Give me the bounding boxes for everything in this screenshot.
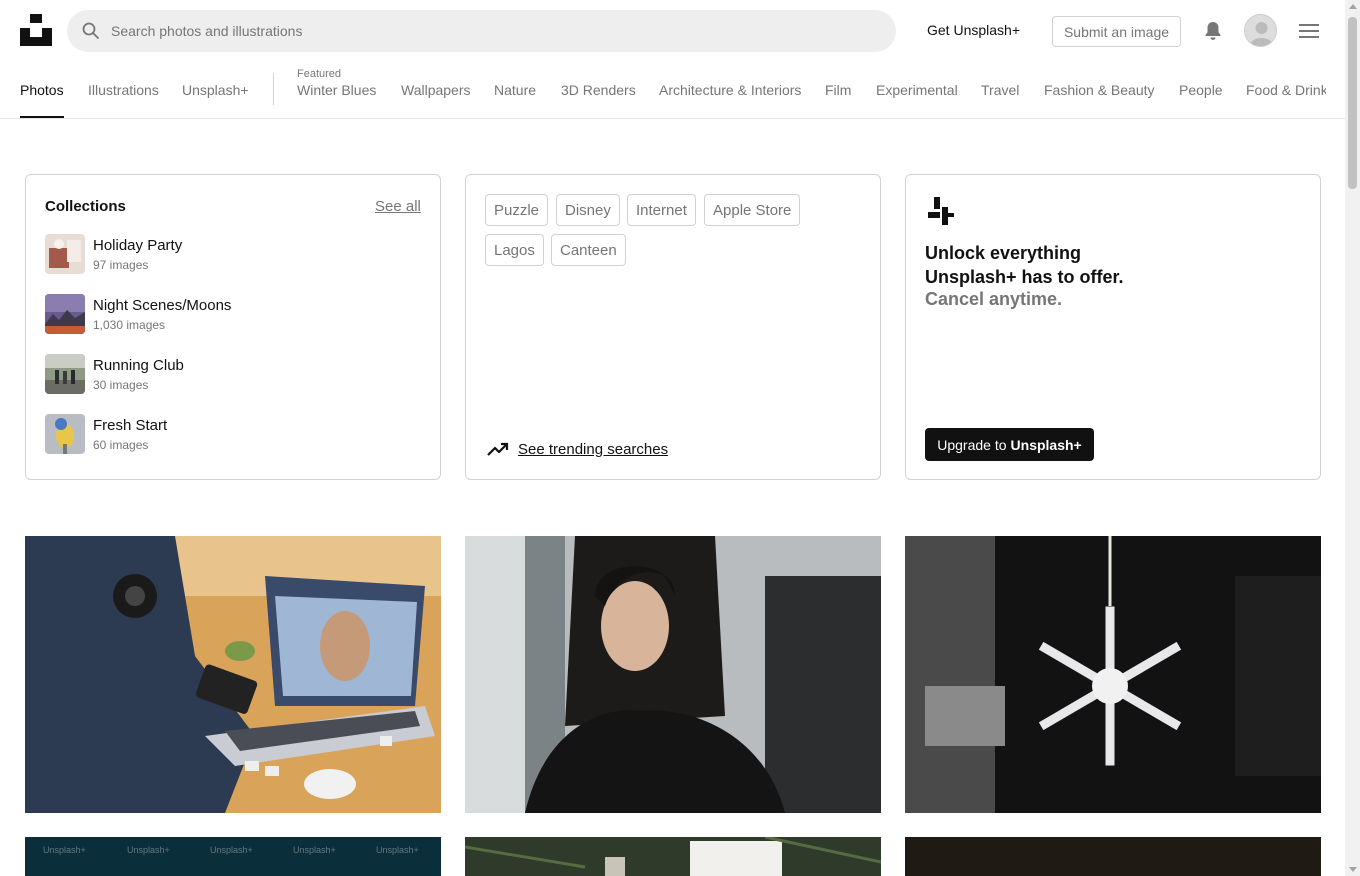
collection-name: Holiday Party — [93, 237, 183, 254]
top-header: Get Unsplash+ Submit an image — [0, 0, 1345, 62]
collection-item[interactable]: Running Club 30 images — [45, 354, 415, 394]
photo-pine-card[interactable] — [465, 837, 881, 876]
unsplash-logo[interactable] — [20, 14, 52, 46]
scroll-up-arrow-icon[interactable] — [1349, 4, 1357, 9]
topic-experimental[interactable]: Experimental — [876, 82, 958, 98]
collection-thumbnail — [45, 354, 85, 394]
unsplash-plus-promo-card: Unlock everything Unsplash+ has to offer… — [905, 174, 1321, 480]
trending-label[interactable]: See trending searches — [518, 441, 668, 458]
tab-photos[interactable]: Photos — [20, 82, 64, 98]
bell-icon[interactable] — [1202, 20, 1224, 42]
promo-line-1: Unlock everything — [925, 243, 1082, 263]
watermark: Unsplash+ — [210, 845, 253, 855]
photo-woman-portrait[interactable] — [465, 536, 881, 813]
collection-count: 1,030 images — [93, 318, 166, 332]
search-bar[interactable] — [67, 10, 896, 52]
see-all-link[interactable]: See all — [375, 198, 421, 215]
photo-snowflake-ornament[interactable] — [905, 536, 1321, 813]
watermark: Unsplash+ — [127, 845, 170, 855]
watermark: Unsplash+ — [376, 845, 419, 855]
tab-unsplash-plus[interactable]: Unsplash+ — [182, 82, 249, 98]
collection-thumbnail — [45, 234, 85, 274]
photo-laptop-workspace[interactable] — [25, 536, 441, 813]
unsplash-plus-icon — [925, 195, 957, 227]
collections-title: Collections — [45, 198, 126, 215]
search-tag[interactable]: Lagos — [485, 234, 544, 266]
collection-count: 30 images — [93, 378, 149, 392]
topic-film[interactable]: Film — [825, 82, 851, 98]
page-scrollbar[interactable] — [1345, 0, 1360, 876]
topic-wallpapers[interactable]: Wallpapers — [401, 82, 471, 98]
collection-count: 97 images — [93, 258, 149, 272]
topic-people[interactable]: People — [1179, 82, 1223, 98]
upgrade-button[interactable]: Upgrade to Unsplash+ — [925, 428, 1094, 461]
submit-image-button[interactable]: Submit an image — [1052, 16, 1181, 47]
tab-illustrations[interactable]: Illustrations — [88, 82, 159, 98]
hamburger-menu-icon[interactable] — [1298, 22, 1320, 40]
upgrade-brand: Unsplash+ — [1010, 436, 1082, 453]
promo-subtext: Cancel anytime. — [925, 289, 1063, 309]
featured-label: Featured — [297, 68, 342, 80]
collection-name: Night Scenes/Moons — [93, 297, 232, 314]
topic-3d-renders[interactable]: 3D Renders — [561, 82, 636, 98]
topic-architecture-interiors[interactable]: Architecture & Interiors — [659, 82, 801, 98]
collection-name: Running Club — [93, 357, 184, 374]
collection-thumbnail — [45, 294, 85, 334]
scroll-down-arrow-icon[interactable] — [1349, 867, 1357, 872]
promo-heading: Unlock everything Unsplash+ has to offer… — [925, 241, 1185, 289]
get-unsplash-plus-link[interactable]: Get Unsplash+ — [927, 22, 1020, 38]
search-tag[interactable]: Canteen — [551, 234, 626, 266]
topic-fashion-beauty[interactable]: Fashion & Beauty — [1044, 82, 1155, 98]
collection-item[interactable]: Fresh Start 60 images — [45, 414, 415, 454]
search-input[interactable] — [111, 23, 871, 39]
active-tab-underline — [20, 116, 64, 118]
topic-nature[interactable]: Nature — [494, 82, 536, 98]
promo-line-2: Unsplash+ has to offer. — [925, 267, 1124, 287]
search-tag[interactable]: Apple Store — [704, 194, 801, 226]
trending-up-icon — [487, 442, 509, 456]
scrollbar-thumb[interactable] — [1348, 17, 1357, 189]
topic-nav: Photos Illustrations Unsplash+ Featured … — [0, 62, 1345, 119]
collections-card: Collections See all Holiday Party 97 ima… — [25, 174, 441, 480]
collection-item[interactable]: Night Scenes/Moons 1,030 images — [45, 294, 415, 334]
topic-winter-blues[interactable]: Winter Blues — [297, 82, 376, 98]
watermark: Unsplash+ — [293, 845, 336, 855]
search-tag[interactable]: Disney — [556, 194, 620, 226]
upgrade-prefix: Upgrade to — [937, 436, 1007, 453]
collection-thumbnail — [45, 414, 85, 454]
topic-food-drink[interactable]: Food & Drink — [1246, 82, 1326, 98]
topic-travel[interactable]: Travel — [981, 82, 1019, 98]
collection-count: 60 images — [93, 438, 149, 452]
search-tag[interactable]: Internet — [627, 194, 696, 226]
watermark: Unsplash+ — [43, 845, 86, 855]
collection-item[interactable]: Holiday Party 97 images — [45, 234, 415, 274]
see-trending-searches-link[interactable]: See trending searches — [486, 437, 668, 461]
nav-divider — [273, 73, 274, 105]
search-icon[interactable] — [81, 21, 101, 41]
avatar[interactable] — [1244, 14, 1277, 47]
photo-dark-scene[interactable] — [905, 837, 1321, 876]
search-tag[interactable]: Puzzle — [485, 194, 549, 226]
collection-name: Fresh Start — [93, 417, 168, 434]
photo-unsplash-plus-dark[interactable]: Unsplash+ Unsplash+ Unsplash+ Unsplash+ … — [25, 837, 441, 876]
trending-searches-card: Puzzle Disney Internet Apple Store Lagos… — [465, 174, 881, 480]
